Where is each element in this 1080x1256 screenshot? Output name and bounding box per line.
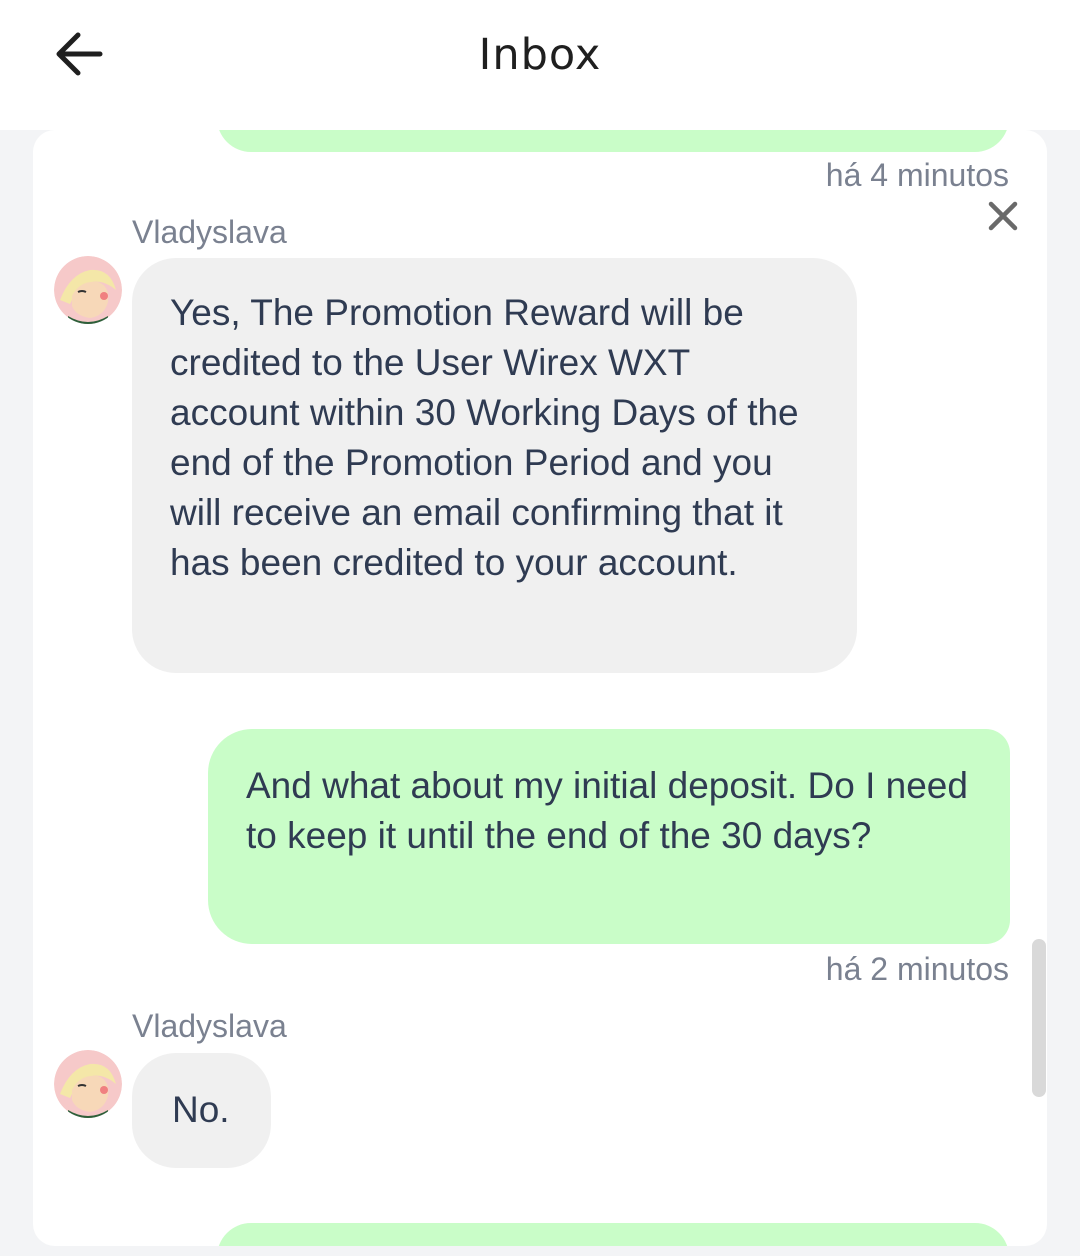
message-text: And what about my initial deposit. Do I … bbox=[246, 765, 968, 856]
avatar bbox=[54, 256, 122, 324]
sender-name: Vladyslava bbox=[132, 1008, 287, 1044]
scrollbar[interactable] bbox=[1032, 939, 1046, 1097]
page-title: Inbox bbox=[478, 30, 602, 80]
message-timestamp: há 2 minutos bbox=[825, 951, 1009, 987]
sender-name: Vladyslava bbox=[132, 214, 287, 250]
chat-thread[interactable]: há 4 minutos Vladyslava Yes, The Promoti… bbox=[33, 130, 1047, 1246]
top-app-bar: Inbox bbox=[0, 0, 1080, 130]
message-text: No. bbox=[172, 1089, 230, 1130]
outgoing-message-bubble: And what about my initial deposit. Do I … bbox=[208, 729, 1010, 944]
close-icon bbox=[988, 201, 1018, 231]
outgoing-message-bubble-partial bbox=[217, 130, 1009, 152]
outgoing-message-bubble-partial bbox=[217, 1223, 1009, 1246]
close-button[interactable] bbox=[981, 194, 1025, 238]
message-text: Yes, The Promotion Reward will be credit… bbox=[170, 292, 799, 583]
avatar bbox=[54, 1050, 122, 1118]
incoming-message-bubble: No. bbox=[132, 1053, 271, 1168]
incoming-message-bubble: Yes, The Promotion Reward will be credit… bbox=[132, 258, 857, 673]
message-timestamp: há 4 minutos bbox=[825, 157, 1009, 193]
